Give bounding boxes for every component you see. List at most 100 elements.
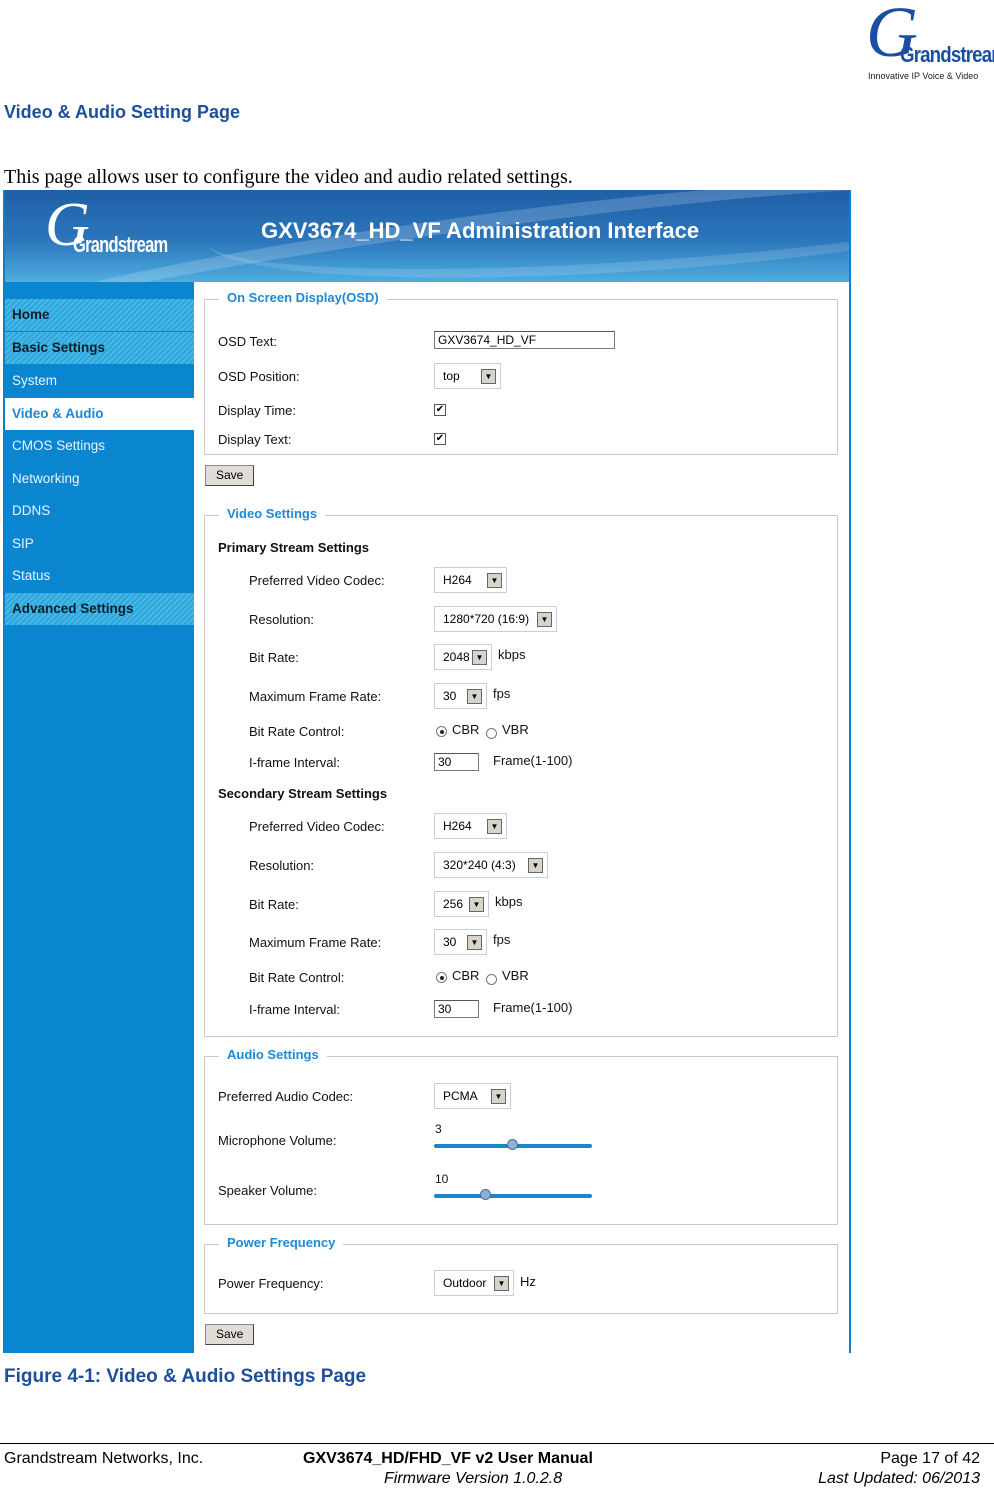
chevron-down-icon: ▼	[537, 612, 552, 627]
secondary-framerate-value: 30	[443, 935, 457, 949]
primary-iframe-input[interactable]: 30	[434, 753, 479, 771]
secondary-vbr-radio[interactable]	[486, 974, 497, 985]
primary-ratecontrol-label: Bit Rate Control:	[249, 724, 345, 739]
secondary-stream-title: Secondary Stream Settings	[218, 786, 388, 801]
display-time-label: Display Time:	[218, 403, 297, 418]
footer-last-updated: Last Updated: 06/2013	[818, 1470, 980, 1487]
primary-vbr-radio[interactable]	[486, 728, 497, 739]
power-frequency-label: Power Frequency:	[218, 1276, 324, 1291]
sidebar-item-ddns[interactable]: DDNS	[5, 495, 194, 527]
admin-interface-screenshot: G Grandstream GXV3674_HD_VF Administrati…	[3, 190, 851, 1353]
display-time-checkbox[interactable]: ✔	[434, 404, 446, 416]
chevron-down-icon: ▼	[469, 897, 484, 912]
chevron-down-icon: ▼	[467, 935, 482, 950]
secondary-codec-value: H264	[443, 819, 472, 833]
speaker-volume-handle[interactable]	[480, 1189, 492, 1200]
secondary-bitrate-select[interactable]: 256 ▼	[434, 891, 489, 917]
secondary-cbr-radio[interactable]	[436, 972, 447, 983]
secondary-iframe-label: I-frame Interval:	[249, 1002, 341, 1017]
logo-wordmark: Grandstream	[900, 42, 994, 67]
audio-codec-label: Preferred Audio Codec:	[218, 1089, 354, 1104]
primary-bitrate-label: Bit Rate:	[249, 650, 299, 665]
primary-framerate-value: 30	[443, 689, 457, 703]
chevron-down-icon: ▼	[487, 819, 502, 834]
secondary-bitrate-label: Bit Rate:	[249, 897, 299, 912]
secondary-framerate-select[interactable]: 30 ▼	[434, 929, 487, 955]
osd-text-input[interactable]: GXV3674_HD_VF	[434, 331, 615, 349]
sidebar-item-cmos-settings[interactable]: CMOS Settings	[5, 430, 194, 462]
chevron-down-icon: ▼	[528, 858, 543, 873]
primary-resolution-value: 1280*720 (16:9)	[443, 612, 530, 626]
secondary-codec-select[interactable]: H264 ▼	[434, 813, 507, 839]
secondary-resolution-label: Resolution:	[249, 858, 315, 873]
sidebar-item-sip[interactable]: SIP	[5, 528, 194, 560]
video-fieldset: Video Settings Primary Stream Settings P…	[204, 506, 838, 1037]
chevron-down-icon: ▼	[494, 1276, 509, 1291]
bottom-save-button[interactable]: Save	[205, 1324, 255, 1345]
primary-codec-label: Preferred Video Codec:	[249, 573, 385, 588]
power-fieldset: Power Frequency Power Frequency: Outdoor…	[204, 1235, 838, 1314]
osd-position-select[interactable]: top ▼	[434, 363, 501, 389]
secondary-iframe-input[interactable]: 30	[434, 1000, 479, 1018]
primary-framerate-label: Maximum Frame Rate:	[249, 689, 382, 704]
power-frequency-unit: Hz	[520, 1274, 536, 1289]
footer-firmware: Firmware Version 1.0.2.8	[384, 1470, 563, 1487]
audio-codec-select[interactable]: PCMA ▼	[434, 1083, 511, 1109]
mic-volume-value: 3	[435, 1122, 442, 1136]
audio-codec-value: PCMA	[443, 1089, 478, 1103]
secondary-bitrate-unit: kbps	[495, 894, 523, 909]
sidebar-item-basic-settings[interactable]: Basic Settings	[5, 332, 194, 364]
power-legend: Power Frequency	[219, 1235, 344, 1250]
sidebar-item-networking[interactable]: Networking	[5, 463, 194, 495]
sidebar-item-home[interactable]: Home	[5, 299, 194, 331]
sidebar-nav: Home Basic Settings System Video & Audio…	[5, 282, 194, 1353]
secondary-framerate-unit: fps	[493, 932, 511, 947]
chevron-down-icon: ▼	[487, 573, 502, 588]
secondary-resolution-select[interactable]: 320*240 (4:3) ▼	[434, 852, 548, 878]
primary-resolution-label: Resolution:	[249, 612, 315, 627]
footer-company: Grandstream Networks, Inc.	[4, 1450, 204, 1467]
primary-cbr-radio[interactable]	[436, 726, 447, 737]
primary-framerate-select[interactable]: 30 ▼	[434, 683, 487, 709]
mic-volume-handle[interactable]	[507, 1139, 518, 1150]
primary-bitrate-unit: kbps	[498, 647, 526, 662]
primary-codec-value: H264	[443, 573, 472, 587]
power-frequency-select[interactable]: Outdoor ▼	[434, 1270, 514, 1296]
grandstream-logo: G Grandstream Innovative IP Voice & Vide…	[858, 0, 994, 86]
admin-banner: G Grandstream GXV3674_HD_VF Administrati…	[5, 190, 849, 282]
secondary-framerate-label: Maximum Frame Rate:	[249, 935, 382, 950]
footer-divider	[0, 1443, 994, 1444]
primary-resolution-select[interactable]: 1280*720 (16:9) ▼	[434, 606, 557, 632]
sidebar-item-status[interactable]: Status	[5, 560, 194, 592]
section-title: Video & Audio Setting Page	[4, 102, 241, 122]
sidebar-item-system[interactable]: System	[5, 365, 194, 397]
osd-position-value: top	[443, 369, 460, 383]
figure-caption: Figure 4-1: Video & Audio Settings Page	[4, 1366, 367, 1387]
speaker-volume-label: Speaker Volume:	[218, 1183, 318, 1198]
osd-text-label: OSD Text:	[218, 334, 278, 349]
primary-bitrate-select[interactable]: 2048 ▼	[434, 644, 492, 670]
osd-legend: On Screen Display(OSD)	[219, 290, 387, 305]
osd-save-button[interactable]: Save	[205, 465, 255, 486]
banner-brand: Grandstream	[73, 232, 168, 257]
secondary-codec-label: Preferred Video Codec:	[249, 819, 385, 834]
banner-title: GXV3674_HD_VF Administration Interface	[261, 218, 700, 243]
primary-framerate-unit: fps	[493, 686, 511, 701]
secondary-cbr-label: CBR	[452, 968, 480, 983]
logo-tagline: Innovative IP Voice & Video	[868, 71, 979, 81]
chevron-down-icon: ▼	[467, 689, 482, 704]
audio-legend: Audio Settings	[219, 1047, 327, 1062]
display-text-checkbox[interactable]: ✔	[434, 433, 446, 445]
primary-cbr-label: CBR	[452, 722, 480, 737]
sidebar-item-video-audio[interactable]: Video & Audio	[5, 398, 194, 430]
primary-bitrate-value: 2048	[443, 650, 470, 664]
speaker-volume-value: 10	[435, 1172, 449, 1186]
mic-volume-slider[interactable]	[434, 1139, 592, 1150]
sidebar-item-advanced-settings[interactable]: Advanced Settings	[5, 593, 194, 625]
secondary-resolution-value: 320*240 (4:3)	[443, 858, 516, 872]
speaker-volume-slider[interactable]	[434, 1189, 592, 1200]
osd-position-label: OSD Position:	[218, 369, 300, 384]
primary-vbr-label: VBR	[502, 722, 529, 737]
primary-codec-select[interactable]: H264 ▼	[434, 567, 507, 593]
display-text-label: Display Text:	[218, 432, 292, 447]
